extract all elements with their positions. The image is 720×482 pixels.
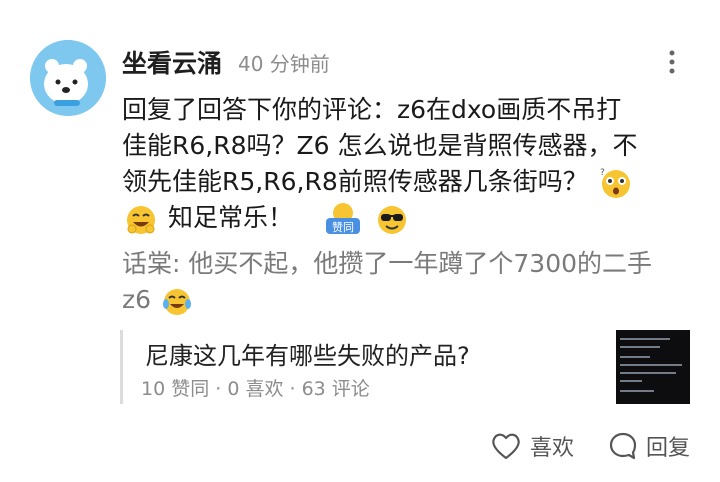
- question-title[interactable]: 尼康这几年有哪些失败的产品?: [145, 336, 470, 371]
- reply-label: 回复: [645, 436, 690, 461]
- timestamp: 40 分钟前: [238, 52, 330, 76]
- comment-line: 佳能R6,R8吗？Z6 怎么说也是背照传感器，不: [122, 131, 638, 160]
- author-name[interactable]: 坐看云涌: [122, 44, 222, 80]
- question-thumbnail[interactable]: [616, 330, 690, 404]
- comment-text: 领先佳能R5,R6,R8前照传感器几条街吗？: [122, 167, 588, 196]
- heart-icon: [492, 433, 520, 460]
- quote-text: z6: [122, 285, 152, 314]
- comment-actions: 喜欢 回复: [490, 426, 690, 466]
- comment-bubble-icon: [609, 432, 637, 460]
- like-button[interactable]: 喜欢: [490, 430, 574, 462]
- laughing-emoji-icon: [127, 206, 155, 234]
- thumbnail-text-line: [620, 380, 642, 382]
- comment-body: 回复了回答下你的评论：z6在dxo画质不吊打 佳能R6,R8吗？Z6 怎么说也是…: [122, 92, 690, 236]
- svg-text:?: ?: [600, 168, 605, 178]
- more-options-button[interactable]: [658, 48, 686, 76]
- quote-colon: :: [172, 249, 189, 278]
- thumbnail-text-line: [620, 356, 650, 358]
- sticker-label: 赞同: [332, 221, 354, 234]
- thumbnail-text-line: [620, 346, 660, 348]
- comment-line: 领先佳能R5,R6,R8前照传感器几条街吗？ ?: [122, 164, 690, 200]
- comment-text: 知足常乐！: [167, 203, 293, 232]
- linked-question-card[interactable]: 尼康这几年有哪些失败的产品? 10 赞同 · 0 喜欢 · 63 评论: [120, 330, 690, 404]
- quote-line: z6: [122, 282, 690, 318]
- quote-line: 话棠: 他买不起，他攒了一年蹲了个7300的二手: [122, 246, 690, 282]
- quoted-comment: 话棠: 他买不起，他攒了一年蹲了个7300的二手 z6: [122, 246, 690, 318]
- surprised-emoji-icon: ?: [600, 168, 630, 198]
- sunglasses-emoji-icon: [377, 206, 406, 234]
- question-stats: 10 赞同 · 0 喜欢 · 63 评论: [141, 378, 370, 400]
- thumbnail-text-line: [620, 390, 654, 392]
- tears-of-joy-emoji-icon: [162, 289, 191, 315]
- thumbs-up-sticker-icon: 赞同: [325, 203, 360, 234]
- more-vertical-icon: [669, 50, 675, 74]
- like-label: 喜欢: [529, 436, 574, 461]
- thumbnail-text-line: [620, 338, 670, 340]
- thumbnail-text-line: [620, 364, 682, 366]
- quote-text: 他买不起，他攒了一年蹲了个7300的二手: [188, 249, 653, 278]
- reply-button[interactable]: 回复: [608, 430, 690, 462]
- thumbnail-text-line: [620, 372, 676, 374]
- polar-bear-icon: [30, 40, 106, 116]
- quoted-author[interactable]: 话棠: [122, 249, 172, 278]
- comment-line: 知足常乐！ 赞同: [122, 200, 690, 236]
- comment-line: 回复了回答下你的评论：z6在dxo画质不吊打: [122, 95, 622, 124]
- avatar[interactable]: [30, 40, 106, 116]
